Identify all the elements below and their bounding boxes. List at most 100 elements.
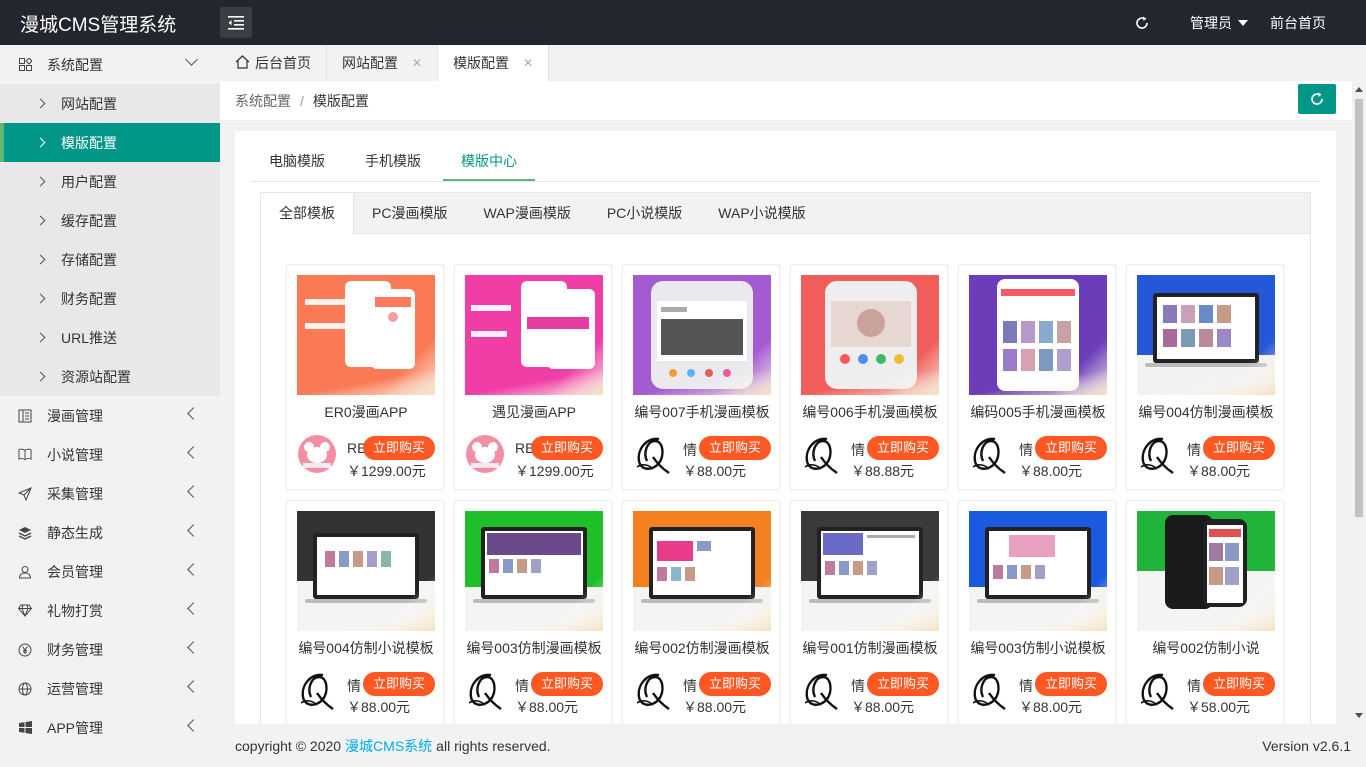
template-thumbnail[interactable] bbox=[1137, 511, 1275, 631]
sidebar-item-label: 缓存配置 bbox=[61, 212, 117, 229]
tab-template-center[interactable]: 模版中心 bbox=[443, 141, 535, 181]
sidebar-group-comic[interactable]: 漫画管理 bbox=[0, 396, 220, 435]
app-logo[interactable]: 漫城CMS管理系统 bbox=[20, 10, 176, 37]
template-thumbnail[interactable] bbox=[1137, 275, 1275, 395]
template-name[interactable]: 编码005手机漫画模板 bbox=[959, 402, 1117, 422]
sidebar-item-finance-config[interactable]: 财务配置 bbox=[0, 279, 220, 318]
template-name[interactable]: 编号003仿制漫画模板 bbox=[455, 638, 613, 658]
admin-menu[interactable]: 管理员 bbox=[1190, 13, 1248, 33]
tab-all-templates[interactable]: 全部模板 bbox=[261, 193, 354, 235]
template-card[interactable]: 编号004仿制漫画模板情立即购买 ￥88.00元 bbox=[1126, 264, 1284, 490]
breadcrumb-parent[interactable]: 系统配置 bbox=[235, 91, 291, 111]
template-card[interactable]: 编码005手机漫画模板情立即购买 ￥88.00元 bbox=[958, 264, 1116, 490]
template-name[interactable]: 编号001仿制漫画模板 bbox=[791, 638, 949, 658]
buy-now-button[interactable]: 立即购买 bbox=[1203, 436, 1275, 460]
template-name[interactable]: 编号004仿制漫画模板 bbox=[1127, 402, 1285, 422]
scroll-up-icon[interactable] bbox=[1355, 87, 1363, 92]
sidebar-item-user-config[interactable]: 用户配置 bbox=[0, 162, 220, 201]
template-name[interactable]: 编号002仿制小说 bbox=[1127, 638, 1285, 658]
template-name[interactable]: 编号006手机漫画模板 bbox=[791, 402, 949, 422]
template-card[interactable]: 编号001仿制漫画模板情立即购买 ￥88.00元 bbox=[790, 500, 948, 726]
buy-now-button[interactable]: 立即购买 bbox=[699, 672, 771, 696]
buy-now-button[interactable]: 立即购买 bbox=[1035, 436, 1107, 460]
template-card[interactable]: 编号004仿制小说模板情立即购买 ￥88.00元 bbox=[286, 500, 444, 726]
template-price: ￥88.00元 bbox=[683, 463, 747, 479]
tab-wap-comic[interactable]: WAP漫画模版 bbox=[465, 193, 588, 234]
template-name[interactable]: 编号003仿制小说模板 bbox=[959, 638, 1117, 658]
template-price: ￥88.00元 bbox=[515, 699, 579, 715]
template-name[interactable]: 编号002仿制漫画模板 bbox=[623, 638, 781, 658]
buy-now-button[interactable]: 立即购买 bbox=[531, 436, 603, 460]
sidebar-item-storage-config[interactable]: 存储配置 bbox=[0, 240, 220, 279]
sidebar-group-gift[interactable]: 礼物打赏 bbox=[0, 591, 220, 630]
template-card[interactable]: 编号003仿制漫画模板情立即购买 ￥88.00元 bbox=[454, 500, 612, 726]
scrollbar-thumb[interactable] bbox=[1355, 99, 1363, 517]
reload-button[interactable] bbox=[1132, 13, 1152, 33]
sidebar-item-url-push[interactable]: URL推送 bbox=[0, 318, 220, 357]
sidebar-item-site-config[interactable]: 网站配置 bbox=[0, 84, 220, 123]
tab-pc-comic[interactable]: PC漫画模版 bbox=[354, 193, 465, 234]
menu-toggle-button[interactable] bbox=[220, 7, 252, 38]
sidebar-group-finance[interactable]: 财务管理 bbox=[0, 630, 220, 669]
template-thumbnail[interactable] bbox=[297, 275, 435, 395]
tab-dashboard[interactable]: 后台首页 bbox=[220, 45, 327, 81]
template-card[interactable]: 编号007手机漫画模板情立即购买 ￥88.00元 bbox=[622, 264, 780, 490]
template-thumbnail[interactable] bbox=[969, 275, 1107, 395]
template-name[interactable]: ER0漫画APP bbox=[287, 402, 445, 422]
buy-now-button[interactable]: 立即购买 bbox=[867, 672, 939, 696]
vertical-scrollbar[interactable] bbox=[1352, 81, 1366, 724]
template-name[interactable]: 遇见漫画APP bbox=[455, 402, 613, 422]
tab-template-config[interactable]: 模版配置 ✕ bbox=[438, 45, 550, 81]
tab-wap-novel[interactable]: WAP小说模版 bbox=[700, 193, 823, 234]
refresh-page-button[interactable] bbox=[1298, 84, 1336, 114]
buy-now-button[interactable]: 立即购买 bbox=[1203, 672, 1275, 696]
copyright-suffix: all rights reserved. bbox=[436, 737, 551, 754]
template-thumbnail[interactable] bbox=[969, 511, 1107, 631]
tab-pc-template[interactable]: 电脑模版 bbox=[251, 141, 343, 181]
brand-link[interactable]: 漫城CMS系统 bbox=[345, 736, 432, 756]
scroll-down-icon[interactable] bbox=[1355, 713, 1363, 718]
sidebar-item-resource-config[interactable]: 资源站配置 bbox=[0, 357, 220, 396]
template-card[interactable]: 编号006手机漫画模板情立即购买 ￥88.88元 bbox=[790, 264, 948, 490]
close-icon[interactable]: ✕ bbox=[523, 56, 533, 70]
sidebar-group-member[interactable]: 会员管理 bbox=[0, 552, 220, 591]
template-center-panel: 全部模板 PC漫画模版 WAP漫画模版 PC小说模版 WAP小说模版 ER0漫画… bbox=[260, 192, 1311, 752]
template-thumbnail[interactable] bbox=[633, 511, 771, 631]
sidebar-group-collect[interactable]: 采集管理 bbox=[0, 474, 220, 513]
sidebar-group-app[interactable]: APP管理 bbox=[0, 708, 220, 747]
tab-mobile-template[interactable]: 手机模版 bbox=[347, 141, 439, 181]
template-card[interactable]: 遇见漫画APP RE 立即购买 ￥1299.00元 bbox=[454, 264, 612, 490]
tab-site-config[interactable]: 网站配置 ✕ bbox=[327, 45, 439, 81]
buy-now-button[interactable]: 立即购买 bbox=[699, 436, 771, 460]
tab-pc-novel[interactable]: PC小说模版 bbox=[589, 193, 700, 234]
content-card: 电脑模版 手机模版 模版中心 全部模板 PC漫画模版 WAP漫画模版 PC小说模… bbox=[235, 131, 1336, 752]
template-thumbnail[interactable] bbox=[465, 511, 603, 631]
sidebar-group-system-config[interactable]: 系统配置 bbox=[0, 45, 220, 84]
sidebar-group-static[interactable]: 静态生成 bbox=[0, 513, 220, 552]
template-card[interactable]: ER0漫画APP RE 立即购买 ￥1299.00元 bbox=[286, 264, 444, 490]
template-card[interactable]: 编号003仿制小说模板情立即购买 ￥88.00元 bbox=[958, 500, 1116, 726]
template-card[interactable]: 编号002仿制小说情立即购买 ￥58.00元 bbox=[1126, 500, 1284, 726]
template-thumbnail[interactable] bbox=[297, 511, 435, 631]
sidebar-item-cache-config[interactable]: 缓存配置 bbox=[0, 201, 220, 240]
template-thumbnail[interactable] bbox=[633, 275, 771, 395]
template-name[interactable]: 编号004仿制小说模板 bbox=[287, 638, 445, 658]
front-page-link[interactable]: 前台首页 bbox=[1270, 13, 1326, 33]
sidebar-group-operation[interactable]: 运营管理 bbox=[0, 669, 220, 708]
buy-now-button[interactable]: 立即购买 bbox=[531, 672, 603, 696]
sidebar-item-template-config[interactable]: 模版配置 bbox=[0, 123, 220, 162]
template-card[interactable]: 编号002仿制漫画模板情立即购买 ￥88.00元 bbox=[622, 500, 780, 726]
buy-now-button[interactable]: 立即购买 bbox=[867, 436, 939, 460]
buy-now-button[interactable]: 立即购买 bbox=[1035, 672, 1107, 696]
caret-down-icon bbox=[1238, 19, 1248, 26]
template-thumbnail[interactable] bbox=[801, 511, 939, 631]
author-avatar bbox=[297, 433, 337, 475]
template-thumbnail[interactable] bbox=[465, 275, 603, 395]
sidebar-group-novel[interactable]: 小说管理 bbox=[0, 435, 220, 474]
admin-label: 管理员 bbox=[1190, 14, 1232, 31]
close-icon[interactable]: ✕ bbox=[412, 56, 422, 70]
template-name[interactable]: 编号007手机漫画模板 bbox=[623, 402, 781, 422]
buy-now-button[interactable]: 立即购买 bbox=[363, 672, 435, 696]
buy-now-button[interactable]: 立即购买 bbox=[363, 436, 435, 460]
template-thumbnail[interactable] bbox=[801, 275, 939, 395]
